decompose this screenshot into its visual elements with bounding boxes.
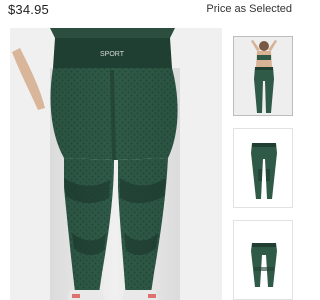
hero-product-image[interactable]: SPORT <box>10 28 222 300</box>
waistband-logo-text: SPORT <box>100 51 125 58</box>
leggings-back-view-icon: SPORT <box>10 28 222 300</box>
leggings-folded-icon <box>234 221 292 299</box>
thumbnail-model-back[interactable] <box>233 36 293 116</box>
product-price: $34.95 <box>8 2 49 17</box>
thumbnail-gallery <box>230 28 300 300</box>
model-back-view-icon <box>234 37 292 115</box>
thumbnail-folded[interactable] <box>233 220 293 300</box>
product-header: $34.95 Price as Selected <box>0 0 300 28</box>
leggings-flat-lay-icon <box>234 129 292 207</box>
thumbnail-flat-lay[interactable] <box>233 128 293 208</box>
price-as-selected-label: Price as Selected <box>206 3 292 15</box>
